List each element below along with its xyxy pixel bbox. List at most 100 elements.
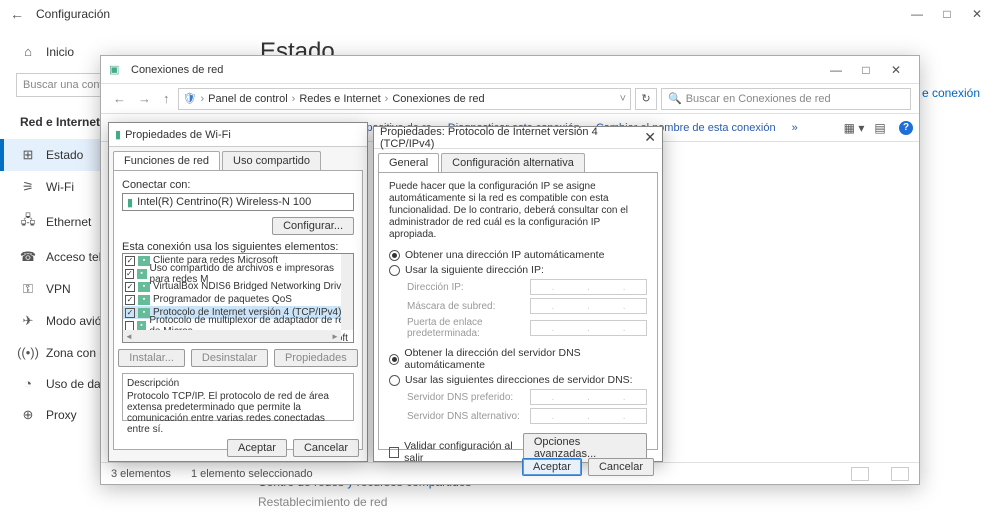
status-count: 3 elementos [111, 468, 171, 480]
ok-button[interactable]: Aceptar [522, 458, 582, 476]
phone-icon: ☎ [20, 249, 36, 265]
status-icon: ⊞ [20, 147, 36, 163]
close-icon[interactable]: ✕ [962, 7, 992, 21]
connection-link[interactable]: e conexión [922, 86, 980, 100]
wifi-icon: ▮ [115, 128, 121, 141]
dns1-field: ... [530, 389, 647, 405]
view-list-icon[interactable] [891, 467, 909, 481]
tab-general[interactable]: General [378, 153, 439, 172]
explorer-titlebar: ▣ Conexiones de red — □ ✕ [101, 56, 919, 84]
view-large-icon[interactable] [851, 467, 869, 481]
maximize-icon[interactable]: □ [932, 7, 962, 21]
protocol-icon: ▪ [138, 308, 150, 318]
gateway-field: ... [530, 320, 647, 336]
airplane-icon: ✈ [20, 313, 36, 329]
tab-altconfig[interactable]: Configuración alternativa [441, 153, 585, 172]
back-icon[interactable]: ← [8, 5, 26, 23]
ethernet-icon: 🖧 [20, 211, 36, 233]
scrollbar[interactable] [341, 254, 353, 330]
components-list[interactable]: ✓▪Cliente para redes Microsoft ✓▪Uso com… [122, 253, 354, 343]
install-button[interactable]: Instalar... [118, 349, 185, 367]
adapter-field: ▮Intel(R) Centrino(R) Wireless-N 100 [122, 193, 354, 211]
checkbox-icon[interactable]: ✓ [125, 269, 134, 279]
radio-manual-dns[interactable]: Usar las siguientes direcciones de servi… [389, 374, 647, 386]
adapter-icon: ▮ [127, 196, 133, 209]
nav-forward-icon[interactable]: → [134, 91, 155, 106]
settings-titlebar: ← Configuración — □ ✕ [0, 0, 1000, 28]
uses-label: Esta conexión usa los siguientes element… [122, 241, 354, 253]
checkbox-icon [389, 447, 399, 458]
settings-title: Configuración [36, 7, 110, 21]
share-icon: ▪ [137, 269, 147, 279]
ip-label: Dirección IP: [407, 282, 522, 293]
checkbox-icon[interactable] [125, 321, 134, 331]
radio-icon [389, 354, 399, 365]
radio-icon [389, 250, 400, 261]
home-icon: ⌂ [20, 44, 36, 59]
ip-field: ... [530, 279, 647, 295]
explorer-addressbar: ← → ↑ 🛡 › Panel de control› Redes e Inte… [101, 84, 919, 114]
help-icon[interactable]: ? [899, 121, 913, 135]
properties-button[interactable]: Propiedades [274, 349, 358, 367]
ok-button[interactable]: Aceptar [227, 439, 287, 457]
checkbox-icon[interactable]: ✓ [125, 282, 135, 292]
cmd-more[interactable]: » [786, 118, 804, 138]
mask-label: Máscara de subred: [407, 301, 522, 312]
maximize-icon[interactable]: □ [851, 63, 881, 77]
view-details-icon[interactable]: ▤ [869, 121, 891, 135]
mask-field: ... [530, 298, 647, 314]
cancel-button[interactable]: Cancelar [588, 458, 654, 476]
network-reset-link[interactable]: Restablecimiento de red [258, 495, 471, 509]
nav-back-icon[interactable]: ← [109, 91, 130, 106]
shield-icon: 🛡 [183, 92, 197, 105]
radio-auto-dns[interactable]: Obtener la dirección del servidor DNS au… [389, 347, 647, 371]
radio-icon [389, 265, 400, 276]
wifi-properties-dialog: ▮ Propiedades de Wi-Fi Funciones de red … [108, 122, 368, 462]
vpn-icon: ⚿ [20, 281, 36, 297]
protocol-icon: ▪ [137, 321, 147, 331]
cancel-button[interactable]: Cancelar [293, 439, 359, 457]
tab-sharing[interactable]: Uso compartido [222, 151, 321, 170]
nav-up-icon[interactable]: ↑ [159, 91, 174, 106]
intro-text: Puede hacer que la configuración IP se a… [389, 181, 647, 241]
chevron-down-icon[interactable]: ˅ [620, 93, 626, 105]
description-box: Descripción Protocolo TCP/IP. El protoco… [122, 373, 354, 421]
wifi-icon: ⚞ [20, 179, 36, 195]
hotspot-icon: ((•)) [20, 345, 36, 360]
qos-icon: ▪ [138, 295, 150, 305]
explorer-search[interactable]: 🔍Buscar en Conexiones de red [661, 88, 911, 110]
connect-with-label: Conectar con: [122, 179, 354, 191]
checkbox-icon[interactable]: ✓ [125, 308, 135, 318]
client-icon: ▪ [138, 256, 150, 266]
tab-networking[interactable]: Funciones de red [113, 151, 220, 170]
minimize-icon[interactable]: — [902, 7, 932, 21]
ipv4-titlebar: Propiedades: Protocolo de Internet versi… [374, 127, 662, 149]
search-icon: 🔍 [668, 92, 682, 105]
ipv4-properties-dialog: Propiedades: Protocolo de Internet versi… [373, 126, 663, 462]
configure-button[interactable]: Configurar... [272, 217, 354, 235]
network-icon: ▣ [109, 63, 125, 76]
driver-icon: ▪ [138, 282, 150, 292]
checkbox-icon[interactable]: ✓ [125, 256, 135, 266]
dns1-label: Servidor DNS preferido: [407, 392, 522, 403]
minimize-icon[interactable]: — [821, 63, 851, 77]
gateway-label: Puerta de enlace predeterminada: [407, 317, 522, 339]
radio-auto-ip[interactable]: Obtener una dirección IP automáticamente [389, 249, 647, 261]
refresh-icon[interactable]: ↻ [635, 88, 657, 110]
radio-manual-ip[interactable]: Usar la siguiente dirección IP: [389, 264, 647, 276]
uninstall-button[interactable]: Desinstalar [191, 349, 268, 367]
dns2-label: Servidor DNS alternativo: [407, 411, 522, 422]
checkbox-icon[interactable]: ✓ [125, 295, 135, 305]
data-icon: ◔ [20, 376, 36, 391]
breadcrumb[interactable]: 🛡 › Panel de control› Redes e Internet› … [178, 88, 632, 110]
validate-checkbox[interactable]: Validar configuración al salir [389, 440, 523, 464]
status-selected: 1 elemento seleccionado [191, 468, 313, 480]
view-icons-icon[interactable]: ▦ ▾ [843, 121, 865, 135]
explorer-title: Conexiones de red [131, 64, 223, 76]
close-icon[interactable]: ✕ [881, 63, 911, 77]
close-icon[interactable]: ✕ [644, 129, 656, 146]
proxy-icon: ⊕ [20, 407, 36, 423]
h-scrollbar[interactable]: ◄► [123, 330, 341, 342]
radio-icon [389, 375, 400, 386]
wifi-titlebar: ▮ Propiedades de Wi-Fi [109, 123, 367, 147]
